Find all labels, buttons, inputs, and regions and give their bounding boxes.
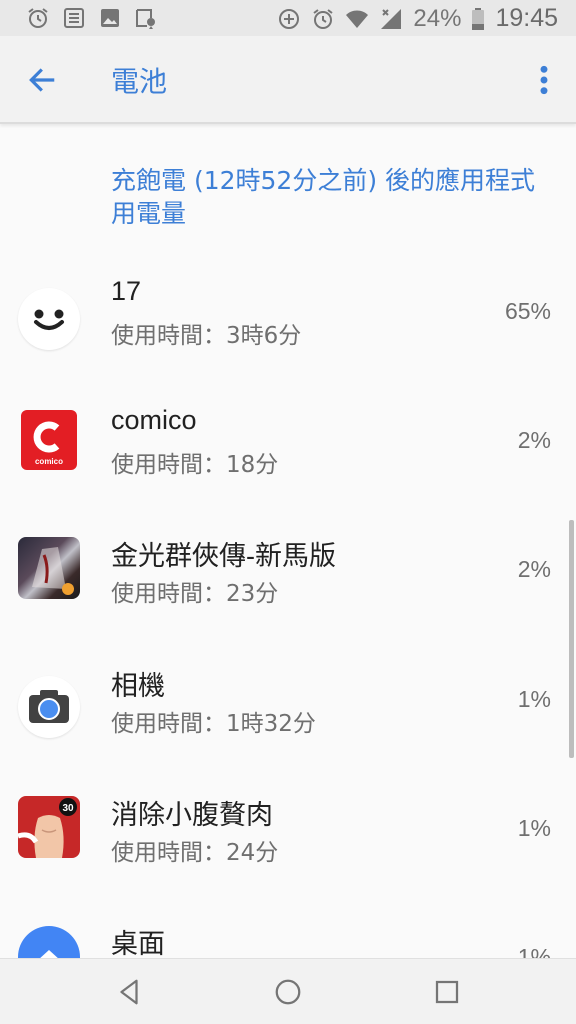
list-item-app-17[interactable]: 17 使用時間：3時6分 65% <box>0 276 576 405</box>
list-item-app-camera[interactable]: 相機 使用時間：1時32分 1% <box>0 664 576 793</box>
nav-home-icon[interactable] <box>273 977 303 1007</box>
battery-icon <box>472 7 485 30</box>
navigation-bar <box>0 958 576 1024</box>
app-usage-time: 使用時間：23分 <box>111 581 279 607</box>
wifi-icon <box>346 10 369 28</box>
fitness-app-icon: 30 <box>18 796 80 858</box>
signal-icon <box>381 8 402 29</box>
alarm-icon <box>28 8 48 28</box>
launcher-app-icon <box>18 926 80 958</box>
app-name: 相機 <box>111 671 165 701</box>
arrow-back-icon[interactable] <box>26 64 58 96</box>
list-item-app-game[interactable]: 金光群俠傳-新馬版 使用時間：23分 2% <box>0 534 576 663</box>
app-usage-time: 使用時間：1時32分 <box>111 711 316 737</box>
app-name: 消除小腹贅肉 <box>111 800 273 830</box>
more-vert-icon[interactable] <box>538 64 550 96</box>
game-app-icon <box>18 537 80 599</box>
image-icon <box>101 9 119 27</box>
alarm-icon <box>313 8 333 29</box>
section-header: 充飽電 (12時52分之前) 後的應用程式用電量 <box>111 166 536 228</box>
list-item-app-comico[interactable]: comico comico 使用時間：18分 2% <box>0 405 576 534</box>
location-icon <box>136 9 155 29</box>
app-battery-percent: 1% <box>517 815 551 841</box>
nav-back-icon[interactable] <box>114 977 144 1007</box>
app-battery-percent: 1% <box>517 686 551 712</box>
app-usage-time: 使用時間：18分 <box>111 452 279 478</box>
app-bar: 電池 <box>0 36 576 124</box>
scrollbar[interactable] <box>569 520 574 758</box>
app-battery-percent: 1% <box>517 944 551 958</box>
page-title: 電池 <box>111 65 168 98</box>
app-name: comico <box>111 405 197 435</box>
comico-logo-text: comico <box>35 457 63 466</box>
battery-percent-text: 24% <box>413 4 462 32</box>
app-name: 17 <box>111 276 142 306</box>
app-usage-time: 使用時間：24分 <box>111 840 279 866</box>
app-battery-percent: 65% <box>504 298 551 324</box>
app-name: 金光群俠傳-新馬版 <box>111 541 336 571</box>
news-icon <box>64 8 84 28</box>
add-icon <box>279 8 300 29</box>
comico-app-icon: comico <box>21 410 77 470</box>
app-usage-time: 使用時間：3時6分 <box>111 323 302 349</box>
fitness-badge-text: 30 <box>62 803 74 814</box>
list-item-app-fitness[interactable]: 30 消除小腹贅肉 使用時間：24分 1% <box>0 793 576 922</box>
status-bar: 24% 19:45 <box>0 0 576 36</box>
nav-recents-icon[interactable] <box>432 977 462 1007</box>
app-battery-percent: 2% <box>517 556 551 582</box>
17-app-icon <box>18 288 80 350</box>
list-item-app-launcher[interactable]: 桌面 1% <box>0 922 576 958</box>
clock-time: 19:45 <box>495 4 558 32</box>
app-name: 桌面 <box>111 929 165 958</box>
camera-app-icon <box>18 676 80 738</box>
app-battery-percent: 2% <box>517 427 551 453</box>
